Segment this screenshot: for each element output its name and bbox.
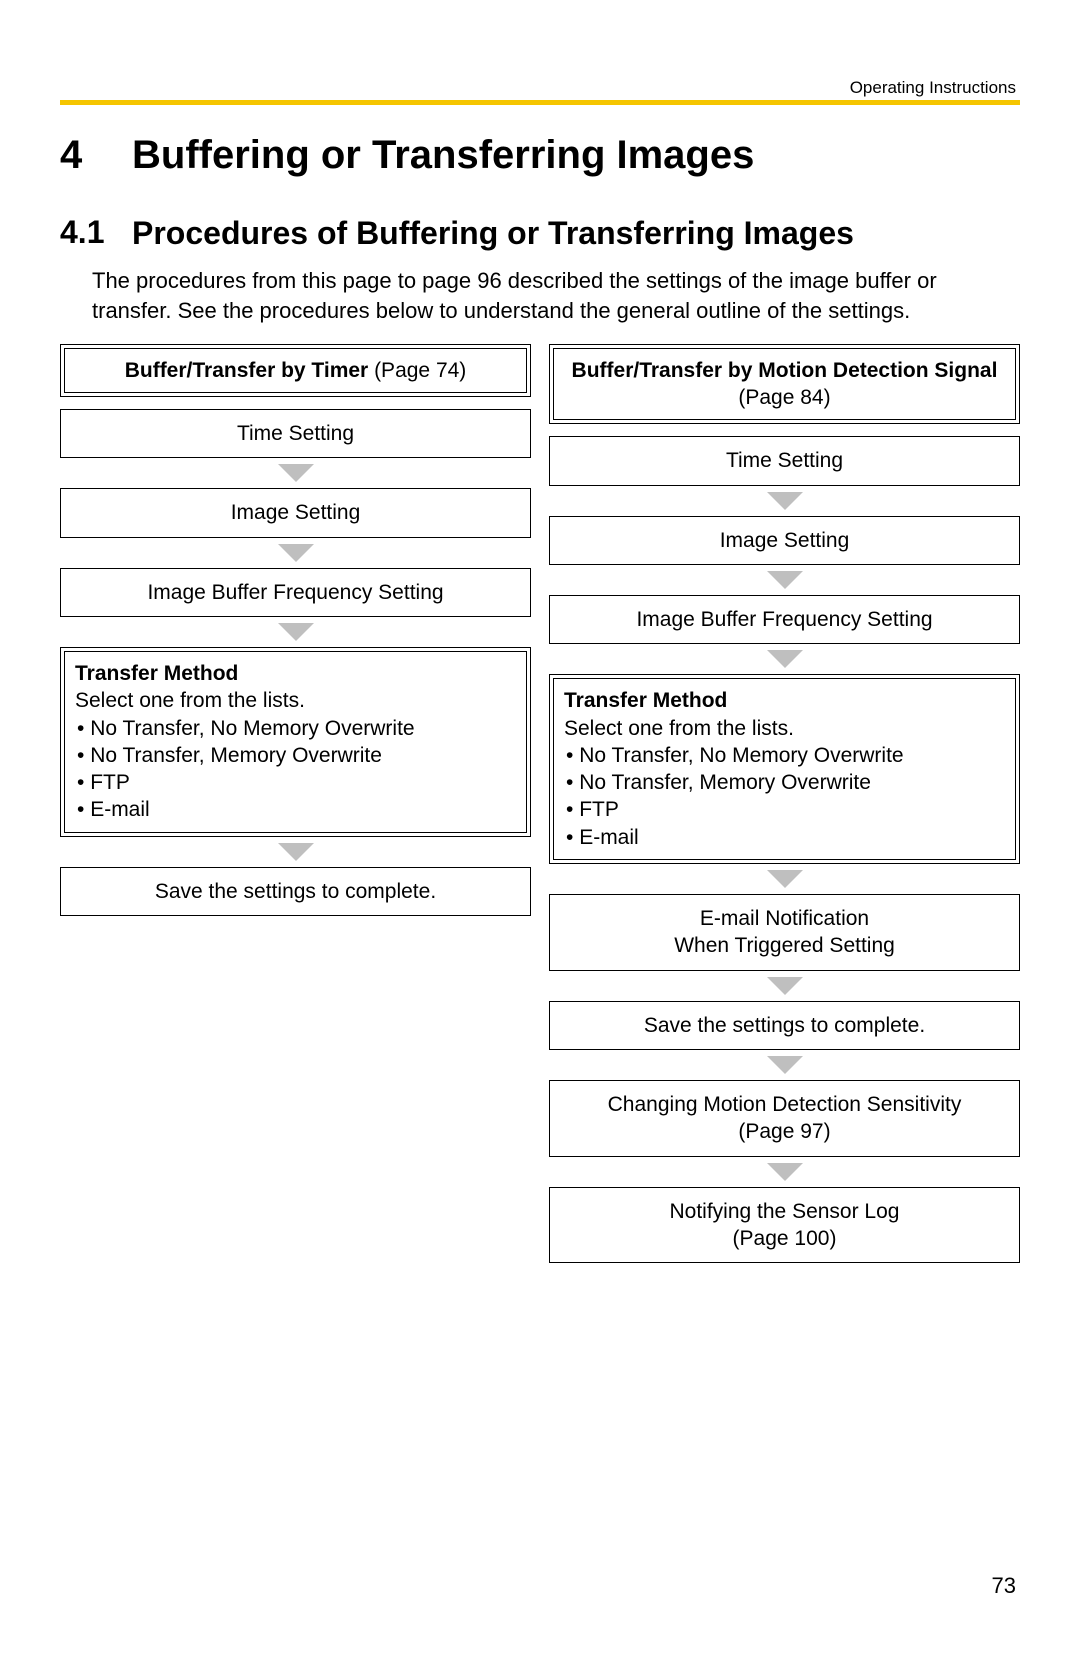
transfer-method-title: Transfer Method — [75, 662, 238, 685]
step-email-notification: E-mail Notification When Triggered Setti… — [549, 894, 1020, 971]
arrow-down-icon — [278, 464, 314, 482]
chapter-title: Buffering or Transferring Images — [132, 133, 754, 178]
transfer-method-list: No Transfer, No Memory Overwrite No Tran… — [564, 742, 1005, 851]
arrow-down-icon — [767, 977, 803, 995]
flow-head-timer-bold: Buffer/Transfer by Timer — [125, 359, 369, 382]
arrow-down-icon — [278, 843, 314, 861]
step-time-setting: Time Setting — [60, 409, 531, 458]
chapter-number: 4 — [60, 133, 132, 178]
step-change-sensitivity: Changing Motion Detection Sensitivity (P… — [549, 1080, 1020, 1157]
arrow-down-icon — [767, 650, 803, 668]
transfer-method-sub: Select one from the lists. — [564, 717, 794, 740]
flow-col-timer: Buffer/Transfer by Timer (Page 74) Time … — [60, 344, 531, 1263]
transfer-method-sub: Select one from the lists. — [75, 689, 305, 712]
list-item: FTP — [566, 796, 1005, 823]
list-item: No Transfer, No Memory Overwrite — [77, 715, 516, 742]
step-transfer-method-timer: Transfer Method Select one from the list… — [60, 647, 531, 837]
header-label: Operating Instructions — [850, 78, 1016, 98]
step-image-setting: Image Setting — [60, 488, 531, 537]
flow-columns: Buffer/Transfer by Timer (Page 74) Time … — [60, 344, 1020, 1263]
list-item: No Transfer, Memory Overwrite — [566, 769, 1005, 796]
section-number: 4.1 — [60, 214, 132, 251]
page-number: 73 — [992, 1573, 1016, 1599]
arrow-down-icon — [767, 870, 803, 888]
list-item: E-mail — [77, 796, 516, 823]
step-buffer-frequency: Image Buffer Frequency Setting — [60, 568, 531, 617]
flow-head-timer-page: (Page 74) — [368, 359, 466, 382]
step-buffer-frequency: Image Buffer Frequency Setting — [549, 595, 1020, 644]
intro-paragraph: The procedures from this page to page 96… — [92, 266, 1020, 325]
arrow-down-icon — [278, 623, 314, 641]
arrow-down-icon — [767, 571, 803, 589]
chapter-heading: 4 Buffering or Transferring Images — [60, 133, 1020, 178]
arrow-down-icon — [767, 492, 803, 510]
arrow-down-icon — [767, 1163, 803, 1181]
transfer-method-title: Transfer Method — [564, 689, 727, 712]
step-save-settings: Save the settings to complete. — [60, 867, 531, 916]
arrow-down-icon — [278, 544, 314, 562]
arrow-down-icon — [767, 1056, 803, 1074]
flow-head-motion-bold: Buffer/Transfer by Motion Detection Sign… — [572, 359, 998, 382]
step-save-settings: Save the settings to complete. — [549, 1001, 1020, 1050]
flow-col-motion: Buffer/Transfer by Motion Detection Sign… — [549, 344, 1020, 1263]
section-title: Procedures of Buffering or Transferring … — [132, 214, 854, 252]
section-heading: 4.1 Procedures of Buffering or Transferr… — [60, 214, 1020, 252]
flow-head-motion: Buffer/Transfer by Motion Detection Sign… — [549, 344, 1020, 425]
transfer-method-list: No Transfer, No Memory Overwrite No Tran… — [75, 715, 516, 824]
list-item: No Transfer, No Memory Overwrite — [566, 742, 1005, 769]
step-image-setting: Image Setting — [549, 516, 1020, 565]
step-sensor-log: Notifying the Sensor Log (Page 100) — [549, 1187, 1020, 1264]
list-item: No Transfer, Memory Overwrite — [77, 742, 516, 769]
flow-head-timer: Buffer/Transfer by Timer (Page 74) — [60, 344, 531, 397]
header-rule — [60, 100, 1020, 105]
step-time-setting: Time Setting — [549, 436, 1020, 485]
list-item: FTP — [77, 769, 516, 796]
flow-head-motion-page: (Page 84) — [738, 386, 830, 409]
step-transfer-method-motion: Transfer Method Select one from the list… — [549, 674, 1020, 864]
list-item: E-mail — [566, 824, 1005, 851]
